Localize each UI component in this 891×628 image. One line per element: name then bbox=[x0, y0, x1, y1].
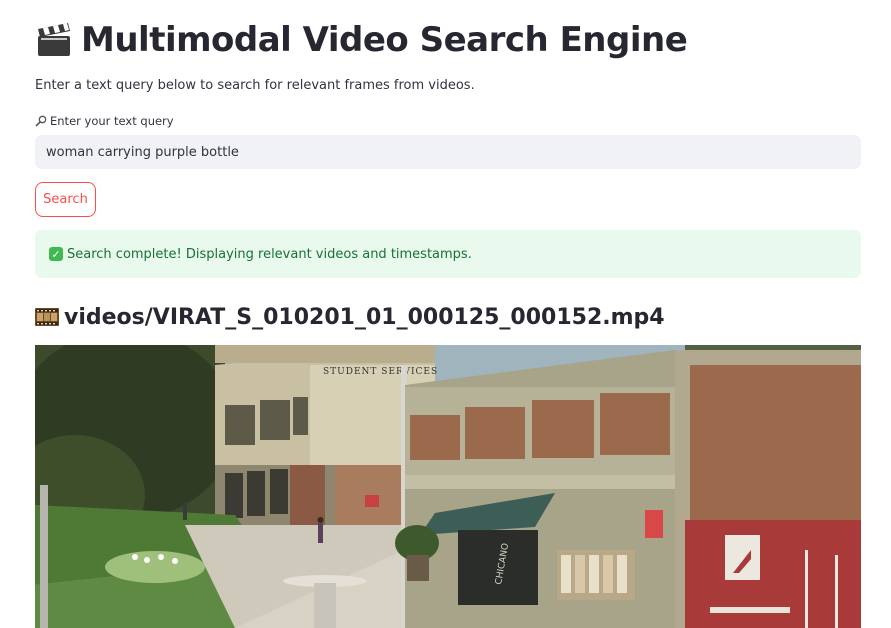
film-frames-icon bbox=[35, 308, 59, 326]
magnifier-icon bbox=[35, 115, 47, 127]
result-header: videos/VIRAT_S_010201_01_000125_000152.m… bbox=[35, 302, 665, 332]
check-icon: ✓ bbox=[49, 247, 63, 261]
search-button[interactable]: Search bbox=[35, 182, 96, 217]
query-label: Enter your text query bbox=[35, 114, 174, 128]
video-path-title: videos/VIRAT_S_010201_01_000125_000152.m… bbox=[64, 304, 665, 330]
page-title: Multimodal Video Search Engine bbox=[81, 20, 688, 60]
success-alert: ✓ Search complete! Displaying relevant v… bbox=[35, 230, 861, 278]
success-message: Search complete! Displaying relevant vid… bbox=[67, 246, 472, 262]
video-frame-image: STUDENT SERVICES CHICANO bbox=[35, 345, 861, 628]
query-label-text: Enter your text query bbox=[50, 114, 174, 128]
clapperboard-icon bbox=[38, 23, 70, 56]
video-player[interactable]: STUDENT SERVICES CHICANO bbox=[35, 345, 861, 628]
search-input[interactable]: woman carrying purple bottle bbox=[35, 135, 861, 169]
search-input-value: woman carrying purple bottle bbox=[46, 144, 239, 160]
building-sign-text: STUDENT SERVICES bbox=[323, 367, 438, 377]
intro-text: Enter a text query below to search for r… bbox=[35, 78, 475, 93]
page-header: Multimodal Video Search Engine bbox=[35, 18, 688, 62]
